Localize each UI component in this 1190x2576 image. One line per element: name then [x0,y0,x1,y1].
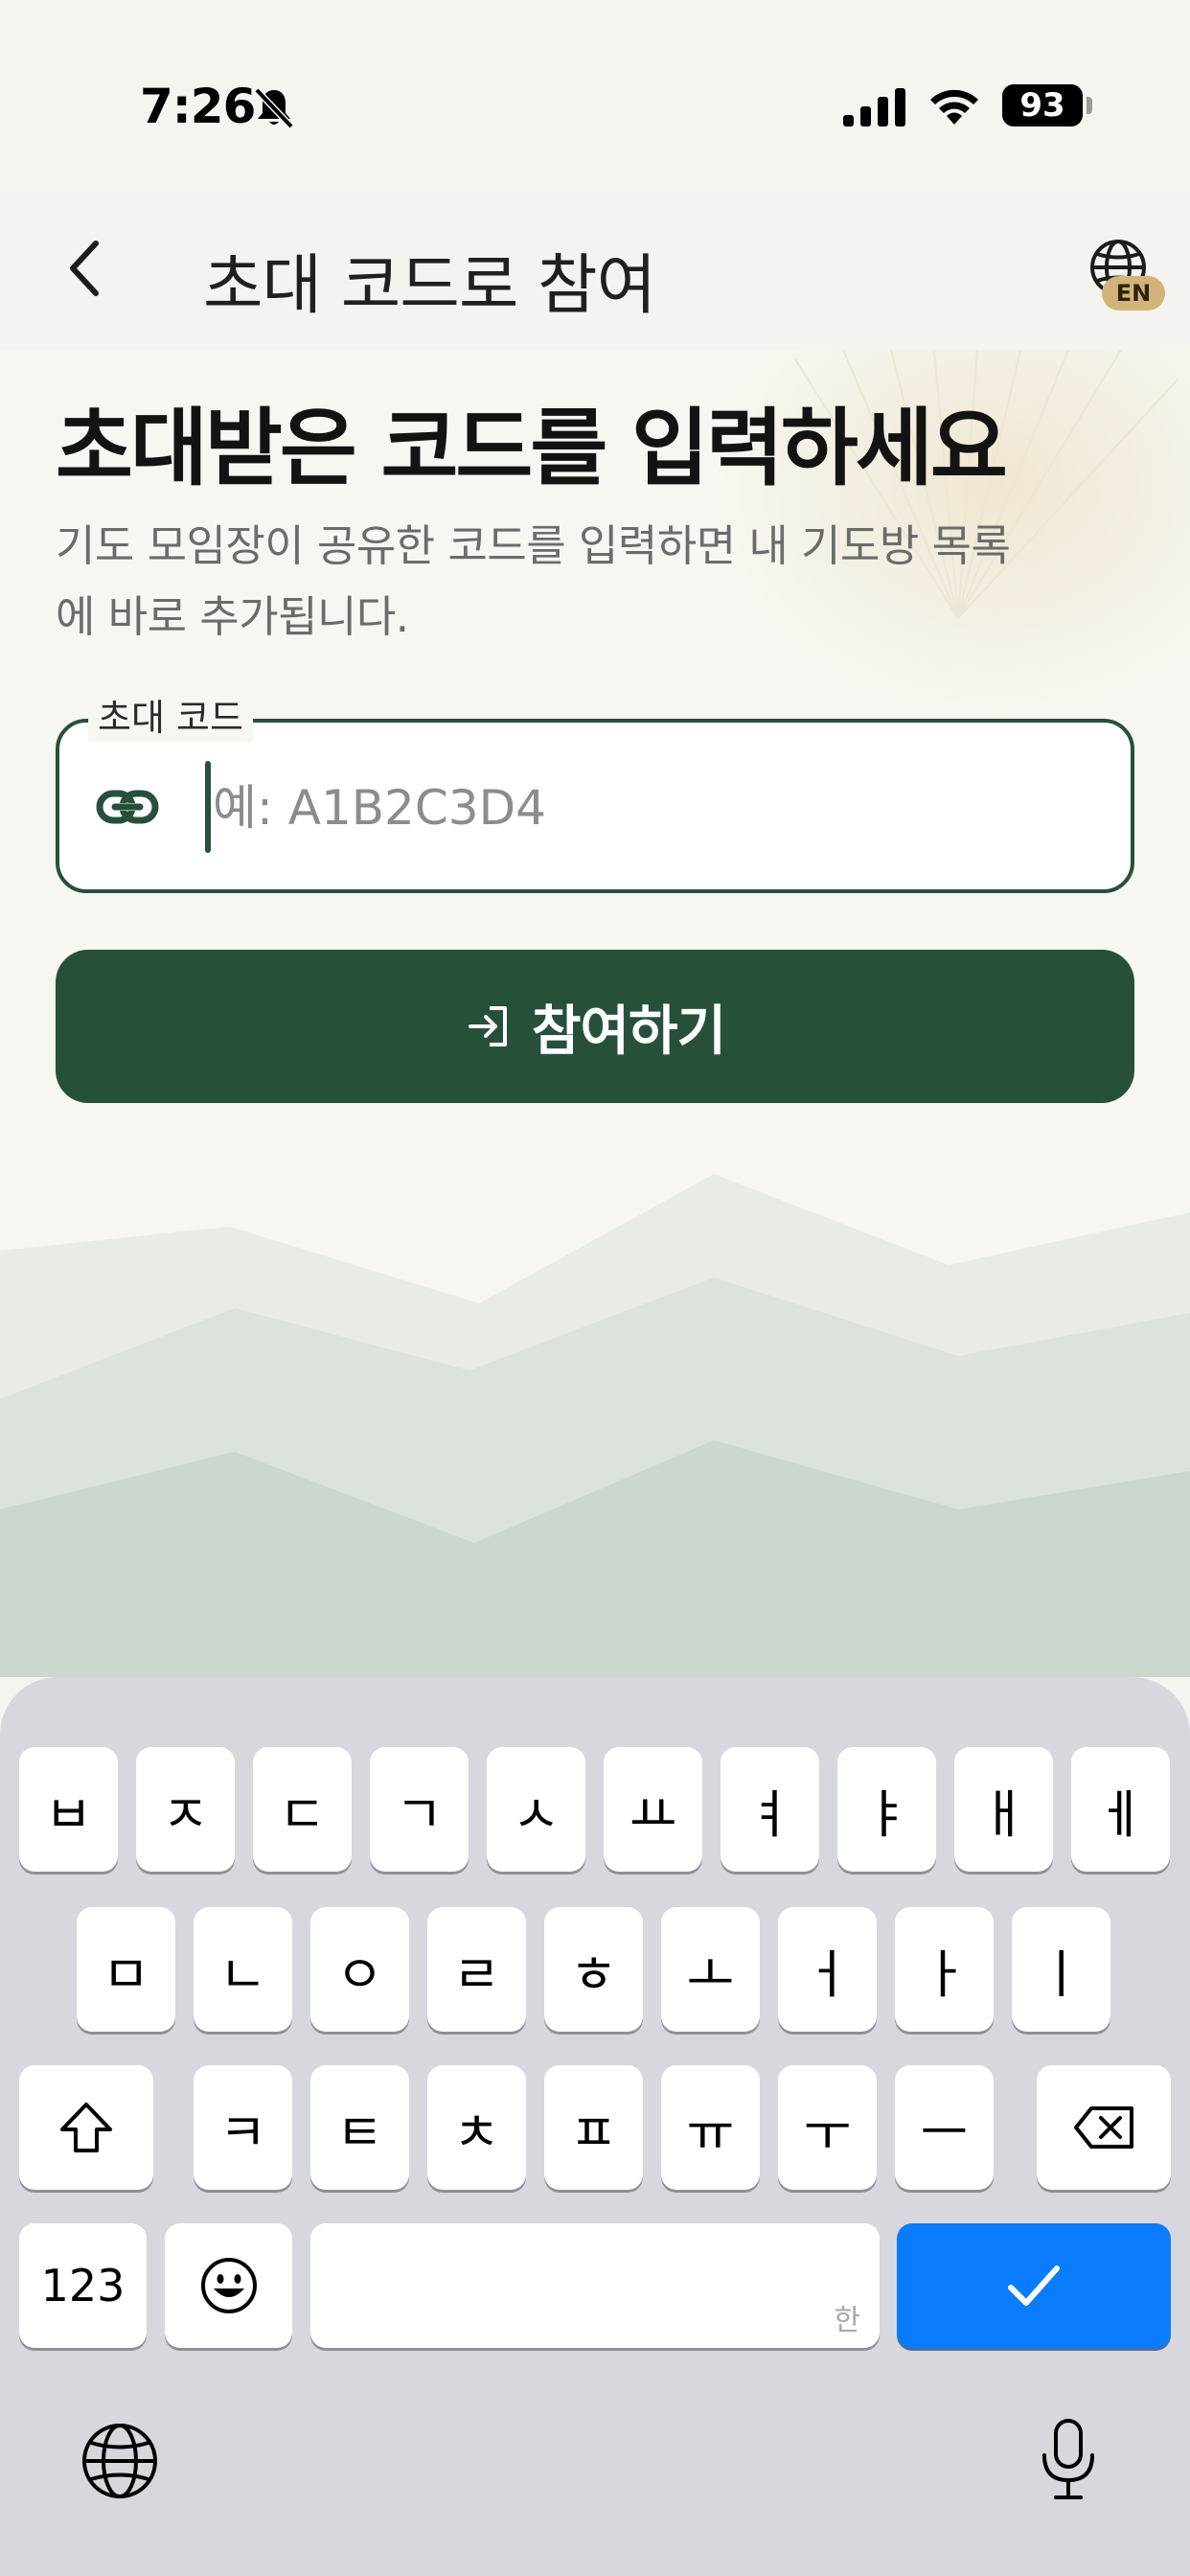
key-label: ㅋ [218,2102,267,2163]
key-label: ㅐ [979,1783,1028,1845]
battery-icon: 93 [1002,84,1083,126]
shift-key[interactable] [19,2065,153,2190]
key-row3-7[interactable]: ㅡ [895,2065,994,2190]
key-row2-5[interactable]: ㅎ [544,1907,643,2032]
login-icon [468,1006,507,1046]
key-label: ㅜ [803,2102,852,2163]
key-row1-6[interactable]: ㅛ [604,1747,702,1872]
text-cursor [205,761,211,853]
key-label: ㅇ [335,1944,384,2005]
key-row2-4[interactable]: ㄹ [427,1907,526,2032]
language-badge: EN [1102,276,1165,310]
battery-tip [1087,97,1092,114]
chevron-left-icon [70,241,99,296]
emoji-key[interactable] [165,2223,292,2348]
backspace-key[interactable] [1037,2065,1171,2190]
key-row3-1[interactable]: ㅋ [194,2065,292,2190]
key-label: ㅌ [335,2102,384,2163]
key-row3-2[interactable]: ㅌ [310,2065,409,2190]
keyboard: ㅂ ㅈ ㄷ ㄱ ㅅ ㅛ ㅕ ㅑ ㅐ ㅔ ㅁ ㄴ ㅇ ㄹ ㅎ ㅗ ㅓ ㅏ ㅣ ㅋ … [0,1677,1190,2576]
key-label: ㅏ [920,1944,969,2005]
key-row3-3[interactable]: ㅊ [427,2065,526,2190]
key-label: ㅈ [161,1783,210,1845]
key-row1-1[interactable]: ㅂ [19,1747,118,1872]
invite-code-label: 초대 코드 [88,694,253,742]
checkmark-icon [1008,2266,1060,2306]
key-row1-3[interactable]: ㄷ [253,1747,352,1872]
main-content: 초대받은 코드를 입력하세요 기도 모임장이 공유한 코드를 입력하면 내 기도… [0,350,1190,1677]
key-label: ㅠ [686,2102,735,2163]
status-bar: 7:26 93 [0,0,1190,192]
key-label: ㅔ [1096,1783,1145,1845]
language-button[interactable]: EN [1088,238,1165,318]
key-label: ㄴ [218,1944,267,2005]
key-label: ㅣ [1037,1944,1086,2005]
key-row3-5[interactable]: ㅠ [661,2065,760,2190]
emoji-icon [200,2258,257,2313]
numbers-key-label: 123 [40,2260,126,2312]
bell-slash-icon [254,87,294,129]
keyboard-globe-icon[interactable] [80,2422,159,2500]
confirm-key[interactable] [897,2223,1171,2348]
key-row3-6[interactable]: ㅜ [778,2065,877,2190]
key-label: ㅁ [102,1944,150,2005]
numbers-key[interactable]: 123 [19,2223,147,2348]
key-row1-8[interactable]: ㅑ [837,1747,936,1872]
backspace-icon [1074,2106,1133,2149]
description-line-1: 기도 모임장이 공유한 코드를 입력하면 내 기도방 목록 [56,520,1011,571]
key-label: ㅎ [569,1944,618,2005]
key-label: ㅑ [862,1783,911,1845]
shift-icon [60,2103,112,2152]
key-row2-1[interactable]: ㅁ [77,1907,175,2032]
space-key-hint: 한 [834,2304,860,2337]
key-label: ㄱ [395,1783,444,1845]
space-key[interactable]: 한 [310,2223,880,2348]
key-row1-2[interactable]: ㅈ [136,1747,235,1872]
description-line-2: 에 바로 추가됩니다. [56,591,409,642]
key-label: ㅕ [745,1783,794,1845]
back-button[interactable] [56,235,113,302]
key-row2-7[interactable]: ㅓ [778,1907,877,2032]
key-row1-9[interactable]: ㅐ [954,1747,1053,1872]
key-row1-5[interactable]: ㅅ [487,1747,585,1872]
key-label: ㅓ [803,1944,852,2005]
invite-code-input[interactable] [213,751,1094,864]
key-label: ㅍ [569,2102,618,2163]
key-row1-7[interactable]: ㅕ [721,1747,819,1872]
key-row2-8[interactable]: ㅏ [895,1907,994,2032]
headline: 초대받은 코드를 입력하세요 [56,399,1008,497]
status-time: 7:26 [140,79,256,134]
invite-code-field[interactable]: 초대 코드 [56,694,1134,893]
link-icon [96,790,159,824]
key-label: ㅊ [452,2102,501,2163]
key-row1-4[interactable]: ㄱ [370,1747,469,1872]
header: 초대 코드로 참여 EN [0,192,1190,350]
key-label: ㅅ [512,1783,561,1845]
key-row3-4[interactable]: ㅍ [544,2065,643,2190]
microphone-icon[interactable] [1035,2417,1102,2503]
key-row1-10[interactable]: ㅔ [1071,1747,1170,1872]
key-label: ㅛ [629,1783,677,1845]
key-label: ㄹ [452,1944,501,2005]
page-title: 초대 코드로 참여 [203,248,656,324]
key-label: ㅗ [686,1944,735,2005]
key-row2-6[interactable]: ㅗ [661,1907,760,2032]
battery-level: 93 [1019,86,1065,125]
wifi-icon [930,89,978,125]
key-row2-2[interactable]: ㄴ [194,1907,292,2032]
join-button-label: 참여하기 [531,1000,726,1063]
join-button[interactable]: 참여하기 [56,950,1134,1103]
key-row2-3[interactable]: ㅇ [310,1907,409,2032]
key-label: ㅂ [44,1783,93,1845]
description: 기도 모임장이 공유한 코드를 입력하면 내 기도방 목록 에 바로 추가됩니다… [56,511,1138,653]
key-row2-9[interactable]: ㅣ [1012,1907,1110,2032]
key-label: ㄷ [278,1783,327,1845]
signal-icon [843,88,905,126]
key-label: ㅡ [920,2102,969,2163]
